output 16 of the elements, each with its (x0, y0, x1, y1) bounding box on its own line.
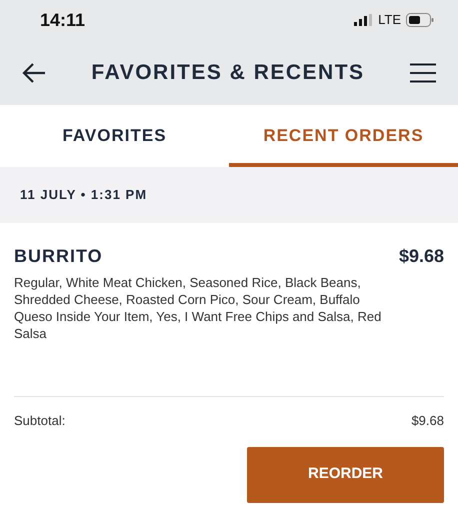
item-name: BURRITO (14, 245, 103, 268)
reorder-button[interactable]: REORDER (247, 446, 444, 502)
order-date: 11 JULY • 1:31 PM (20, 186, 148, 204)
subtotal-value: $9.68 (411, 412, 444, 430)
tab[interactable]: FAVORITES (0, 105, 229, 167)
network-label: LTE (378, 11, 401, 30)
status-time: 14:11 (40, 8, 86, 32)
page-title: FAVORITES & RECENTS (91, 60, 365, 86)
signal-icon (354, 14, 374, 26)
item-description: Regular, White Meat Chicken, Seasoned Rice, Black Beans, Shredded Cheese, Roasted Corn Pico, Sour Cream, Buffalo Queso Inside Your Item, Yes, I Want Free Chips and Salsa, Red Salsa (14, 274, 382, 343)
back-arrow-icon[interactable] (22, 62, 46, 82)
subtotal-label: Subtotal: (14, 412, 66, 430)
item-price: $9.68 (398, 245, 444, 268)
battery-icon (406, 13, 434, 27)
tab[interactable]: RECENT ORDERS (229, 105, 458, 167)
menu-icon[interactable] (410, 62, 436, 82)
